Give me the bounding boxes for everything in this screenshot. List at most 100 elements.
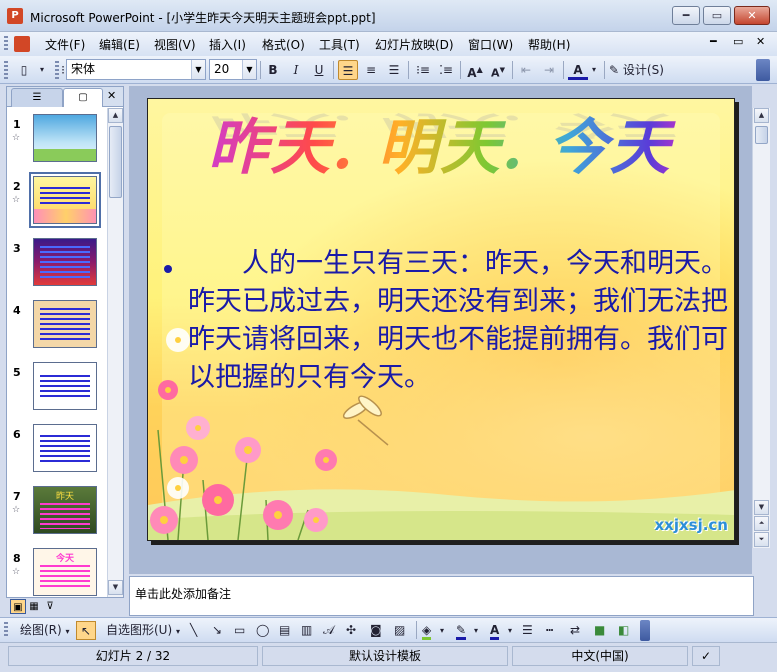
minimize-button[interactable]: ━ (672, 6, 700, 25)
wordart-icon[interactable]: 𝒜 (323, 621, 334, 640)
design-button[interactable]: ✎ 设计(S) (609, 60, 673, 80)
slide-thumbnail[interactable]: 今天 (33, 548, 97, 596)
select-pointer-icon[interactable]: ↖ (76, 621, 96, 640)
slide-thumbnail[interactable] (29, 172, 101, 228)
clipart-icon[interactable]: ◙ (370, 621, 382, 640)
arrow-style-icon[interactable]: ⇄ (570, 621, 580, 640)
font-color-dropdown-icon[interactable]: ▾ (508, 621, 512, 640)
slide-thumbnail[interactable] (33, 300, 97, 348)
notes-placeholder[interactable]: 单击此处添加备注 (135, 585, 231, 602)
line-color-icon[interactable]: ✎ (456, 621, 467, 640)
toolbar-options-icon[interactable] (640, 620, 650, 641)
scroll-down-icon[interactable]: ▼ (108, 580, 123, 595)
language-status[interactable]: 中文(中国) (512, 646, 688, 666)
doc-restore-button[interactable]: ▭ (733, 35, 743, 48)
document-icon[interactable] (14, 36, 30, 52)
align-left-button[interactable]: ☰ (338, 60, 358, 80)
normal-view-icon[interactable]: ▣ (10, 599, 26, 614)
chevron-down-icon[interactable]: ▼ (191, 60, 205, 79)
new-document-icon[interactable]: ▯ (14, 60, 34, 80)
3d-style-icon[interactable]: ◧ (618, 621, 629, 640)
font-color-icon[interactable]: A (568, 60, 588, 80)
slide-thumbnail[interactable] (33, 362, 97, 410)
line-style-icon[interactable]: ☰ (522, 621, 533, 640)
chevron-down-icon[interactable]: ▼ (242, 60, 256, 79)
menu-window[interactable]: 窗口(W) (468, 36, 513, 53)
rectangle-icon[interactable]: ▭ (234, 621, 245, 640)
thumbnail-scrollbar[interactable]: ▲ ▼ (107, 108, 123, 597)
slide-body-text[interactable]: 人的一生只有三天：昨天，今天和明天。昨天已成过去，明天还没有到来；我们无法把昨天… (188, 245, 734, 397)
scroll-down-icon[interactable]: ▼ (754, 500, 769, 515)
italic-button[interactable]: I (286, 60, 306, 80)
slide-sorter-view-icon[interactable]: ▦ (26, 599, 42, 614)
underline-button[interactable]: U (309, 60, 329, 80)
scroll-up-icon[interactable]: ▲ (108, 108, 123, 123)
toolbar-grip[interactable] (4, 61, 8, 79)
menubar-grip[interactable] (4, 36, 8, 52)
oval-icon[interactable]: ◯ (256, 621, 269, 640)
scroll-thumb[interactable] (109, 126, 122, 198)
slide-thumbnail[interactable] (33, 424, 97, 472)
slide-scrollbar[interactable]: ▲ ▼ ⏶ ⏷ (752, 108, 770, 548)
menu-file[interactable]: 文件(F) (45, 36, 85, 53)
decrease-indent-icon[interactable]: ⇤ (516, 60, 536, 80)
shadow-style-icon[interactable]: ■ (594, 621, 605, 640)
font-color-dropdown-icon[interactable]: ▾ (588, 60, 600, 80)
slide-thumbnail[interactable] (33, 114, 97, 162)
font-name-select[interactable]: 宋体 ▼ (66, 59, 206, 80)
align-center-button[interactable]: ≡ (361, 60, 381, 80)
bullets-icon[interactable]: ⁚≡ (436, 60, 456, 80)
maximize-button[interactable]: ▭ (703, 6, 731, 25)
toolbar-grip[interactable] (4, 622, 8, 638)
align-right-button[interactable]: ☰ (384, 60, 404, 80)
vertical-textbox-icon[interactable]: ▥ (301, 621, 312, 640)
arrow-icon[interactable]: ↘ (212, 621, 222, 640)
current-slide[interactable]: 昨天. 明天. 今天 昨天. 明天. 今天 (147, 98, 735, 541)
design-template[interactable]: 默认设计模板 (262, 646, 508, 666)
doc-minimize-button[interactable]: ━ (710, 35, 717, 48)
font-size-select[interactable]: 20 ▼ (209, 59, 257, 80)
fill-color-icon[interactable]: ◈ (422, 621, 432, 640)
slideshow-view-icon[interactable]: ⊽ (42, 599, 58, 614)
font-color-icon[interactable]: A (490, 621, 500, 640)
increase-indent-icon[interactable]: ⇥ (539, 60, 559, 80)
toolbar-options-icon[interactable] (756, 59, 770, 81)
dash-style-icon[interactable]: ┅ (546, 621, 553, 640)
powerpoint-icon[interactable]: P (7, 8, 23, 24)
line-icon[interactable]: ╲ (190, 621, 197, 640)
line-color-dropdown-icon[interactable]: ▾ (474, 621, 478, 640)
numbering-icon[interactable]: ⁝≡ (413, 60, 433, 80)
menu-format[interactable]: 格式(O) (262, 36, 305, 53)
fill-color-dropdown-icon[interactable]: ▾ (440, 621, 444, 640)
new-dropdown-arrow-icon[interactable]: ▾ (36, 60, 48, 80)
bold-button[interactable]: B (263, 60, 283, 80)
next-slide-icon[interactable]: ⏷ (754, 532, 769, 547)
menu-insert[interactable]: 插入(I) (209, 36, 246, 53)
wordart-title[interactable]: 昨天. 明天. 今天 (208, 99, 688, 183)
draw-menu-button[interactable]: 绘图(R) ▾ (20, 621, 70, 640)
close-panel-icon[interactable]: ✕ (107, 89, 116, 102)
spell-check-icon[interactable]: ✓ (692, 646, 720, 666)
menu-help[interactable]: 帮助(H) (528, 36, 570, 53)
outline-tab[interactable]: ☰ (11, 88, 63, 107)
scroll-up-icon[interactable]: ▲ (754, 108, 769, 123)
scroll-thumb[interactable] (755, 126, 768, 144)
title-bar[interactable]: P Microsoft PowerPoint - [小学生昨天今天明天主题班会p… (0, 0, 777, 32)
doc-close-button[interactable]: ✕ (756, 35, 765, 48)
autoshapes-button[interactable]: 自选图形(U) ▾ (106, 621, 180, 640)
menu-slideshow[interactable]: 幻灯片放映(D) (375, 36, 454, 53)
slide-thumbnail[interactable] (33, 238, 97, 286)
slide-thumbnail[interactable]: 昨天 (33, 486, 97, 534)
textbox-icon[interactable]: ▤ (279, 621, 290, 640)
menu-view[interactable]: 视图(V) (154, 36, 196, 53)
close-button[interactable]: ✕ (734, 6, 770, 25)
picture-icon[interactable]: ▨ (394, 621, 405, 640)
increase-font-size-icon[interactable]: A▲ (465, 60, 485, 80)
slides-tab[interactable]: ▢ (63, 88, 103, 107)
previous-slide-icon[interactable]: ⏶ (754, 516, 769, 531)
notes-pane[interactable]: 单击此处添加备注 (129, 576, 754, 616)
menu-tools[interactable]: 工具(T) (319, 36, 360, 53)
menu-edit[interactable]: 编辑(E) (99, 36, 140, 53)
diagram-icon[interactable]: ✣ (346, 621, 356, 640)
decrease-font-size-icon[interactable]: A▼ (488, 60, 508, 80)
